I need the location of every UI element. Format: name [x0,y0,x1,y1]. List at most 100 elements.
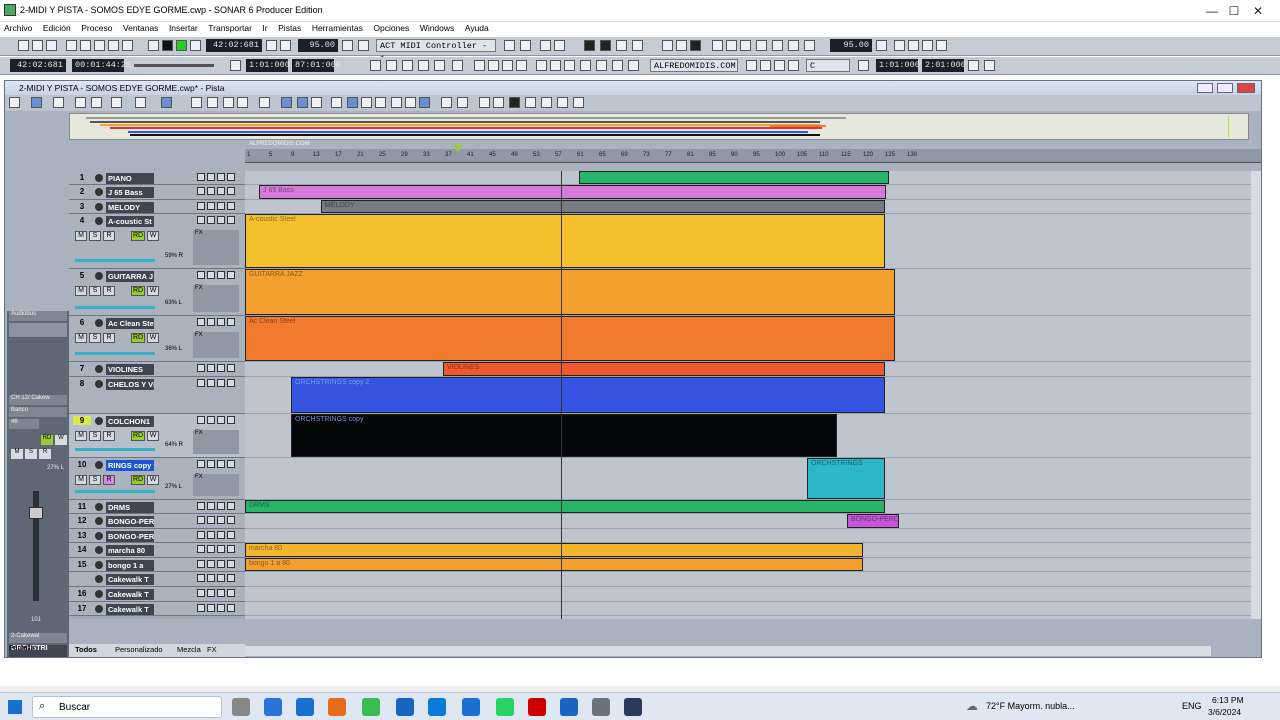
open-icon[interactable] [32,40,43,51]
track-freeze-icon[interactable] [217,216,225,224]
menu-ir[interactable]: Ir [258,22,271,34]
console-icon[interactable] [80,40,91,51]
clips-pane[interactable]: J 65 Bass MELODY A-coustic Steel GUITARRA J… [245,171,1251,619]
zoom-icon[interactable] [452,60,463,71]
doc-maximize-button[interactable] [1217,83,1233,93]
event-list-icon[interactable] [122,40,133,51]
tempo-stepper-icon[interactable] [342,40,353,51]
language-indicator[interactable]: ENG [1182,701,1202,711]
read-button[interactable]: RD [131,286,145,296]
clip[interactable]: ORCHSTRINGS copy [291,414,837,457]
track-name[interactable]: VIOLINES [106,364,154,375]
tv-table-icon[interactable] [311,97,322,108]
clip[interactable]: MELODY [321,200,885,213]
tv-view-j-icon[interactable] [541,97,552,108]
track-name[interactable]: PIANO [106,173,154,184]
inspector-rec-button[interactable]: R [39,449,51,459]
fx-bin[interactable]: FX [193,430,239,454]
write-button[interactable]: W [147,431,159,441]
track-menu-icon[interactable] [197,318,205,326]
track-close-icon[interactable] [227,416,235,424]
menu-opciones[interactable]: Opciones [369,22,413,34]
volume-meter[interactable] [75,490,155,493]
solo-button[interactable]: S [89,286,101,296]
arrow-up-icon[interactable] [774,60,785,71]
menu-windows[interactable]: Windows [416,22,458,34]
track-menu-icon[interactable] [197,379,205,387]
track-menu-icon[interactable] [197,574,205,582]
track-name[interactable]: Ac Clean Ste [106,318,154,329]
track-header[interactable]: 14 marcha 80 [69,543,245,558]
track-menu-icon[interactable] [197,460,205,468]
solo-all-icon[interactable] [600,40,611,51]
track-header[interactable]: 6 Ac Clean Ste M S R RD W FX 36% L [69,316,245,362]
tv-view-l-icon[interactable] [573,97,584,108]
volume-meter[interactable] [75,448,155,451]
track-header[interactable]: 3 MELODY [69,200,245,214]
solo-button[interactable]: S [89,475,101,485]
track-close-icon[interactable] [227,516,235,524]
text-tool-icon[interactable] [434,60,445,71]
inspector-channel[interactable]: CH 12/ Cakew [9,395,67,405]
track-freeze-icon[interactable] [217,202,225,210]
whatsapp-icon[interactable] [496,698,514,716]
track-grid-icon[interactable] [207,560,215,568]
track-header[interactable]: 8 CHELOS Y VI [69,377,245,414]
clip[interactable] [579,171,889,184]
tempo-view-icon[interactable] [936,40,947,51]
mail-icon[interactable] [296,698,314,716]
acrobat-icon[interactable] [528,698,546,716]
pantalla-label[interactable]: Pantalla [9,645,67,656]
tool-f-icon[interactable] [550,60,561,71]
track-close-icon[interactable] [227,460,235,468]
track-header[interactable]: 16 Cakewalk T [69,587,245,602]
tool-j-icon[interactable] [612,60,623,71]
clock-time[interactable]: 6:13 PM [1212,695,1244,705]
track-name[interactable]: bongo 1 a [106,560,154,571]
track-close-icon[interactable] [227,216,235,224]
solo-button[interactable]: S [89,431,101,441]
inspector-vol[interactable]: 46 [9,419,39,429]
loop-start-display[interactable]: 1:01:000 [246,59,290,72]
fx-bin[interactable]: FX [193,474,239,496]
inspector-output[interactable]: 2-Cakewal [9,633,67,643]
tv-view-e-icon[interactable] [457,97,468,108]
track-header[interactable]: Cakewalk T [69,572,245,587]
track-freeze-icon[interactable] [217,531,225,539]
rec-arm-button[interactable]: R [103,475,115,485]
track-close-icon[interactable] [227,574,235,582]
tv-view-g-icon[interactable] [493,97,504,108]
tool-g-icon[interactable] [564,60,575,71]
inspector-mute-button[interactable]: M [11,449,23,459]
task-view-icon[interactable] [232,698,250,716]
punch-start-display[interactable]: 1:01:000 [876,59,920,72]
vertical-scrollbar[interactable] [1251,171,1261,619]
track-name[interactable]: Cakewalk T [106,574,154,585]
track-header[interactable]: 5 GUITARRA J M S R RD W FX 63% L [69,269,245,316]
clock-date[interactable]: 3/6/2024 [1208,707,1241,717]
track-grid-icon[interactable] [207,318,215,326]
horizontal-scrollbar[interactable] [245,646,1211,656]
metronome-icon[interactable] [266,40,277,51]
explorer-icon[interactable] [462,698,480,716]
punch-icon[interactable] [968,60,979,71]
tv-pencil-icon[interactable] [347,97,358,108]
paste-icon[interactable] [676,40,687,51]
new-icon[interactable] [18,40,29,51]
clip[interactable]: marcha 80 [245,543,863,557]
tv-auto2-icon[interactable] [297,97,308,108]
tv-zoom-icon[interactable] [237,97,248,108]
read-button[interactable]: RD [131,475,145,485]
read-button[interactable]: RD [131,431,145,441]
track-name[interactable]: GUITARRA J [106,271,154,282]
tv-options-icon[interactable] [9,97,20,108]
tv-line-icon[interactable] [361,97,372,108]
track-close-icon[interactable] [227,502,235,510]
read-button[interactable]: RD [131,231,145,241]
track-view-icon[interactable] [66,40,77,51]
track-freeze-icon[interactable] [217,516,225,524]
app-icon-2[interactable] [624,698,642,716]
rec-arm-button[interactable]: R [103,231,115,241]
stop-icon[interactable] [162,40,173,51]
tab-todos[interactable]: Todos [75,645,97,654]
